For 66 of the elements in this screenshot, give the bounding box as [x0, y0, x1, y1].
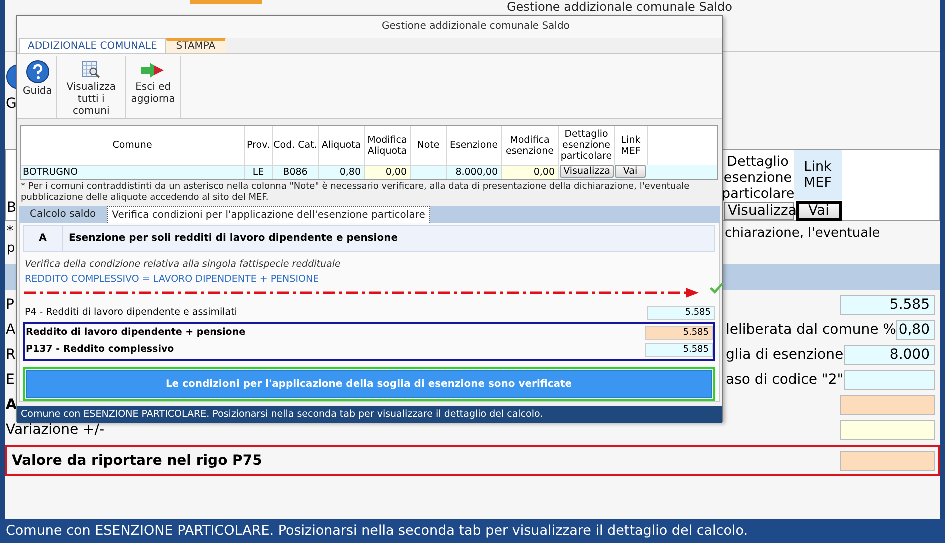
table-cell: LE: [245, 165, 273, 179]
field-label: Reddito di lavoro dipendente + pensione: [26, 327, 246, 338]
table-cell[interactable]: 0,00: [502, 165, 559, 179]
field-label: Variazione +/-: [6, 422, 105, 438]
column-header: Dettaglio esenzione particolare: [722, 153, 794, 200]
field-label: A: [6, 322, 16, 338]
ribbon-tab[interactable]: STAMPA: [166, 38, 226, 53]
toolbar-label: G: [6, 96, 17, 112]
note-text: *: [7, 223, 14, 240]
value-field[interactable]: 5.585: [840, 294, 935, 314]
value-field[interactable]: [840, 394, 935, 414]
table-cell: B086: [273, 165, 319, 179]
value-field: 5.585: [645, 326, 713, 340]
dialog-title: Gestione addizionale comunale Saldo: [382, 21, 570, 32]
value-field[interactable]: [840, 420, 935, 440]
column-header: Aliquota: [319, 126, 365, 165]
column-header: Cod. Cat.: [273, 126, 319, 165]
table-button[interactable]: Visualizza: [560, 165, 614, 178]
field-label: leliberata dal comune %: [726, 322, 896, 338]
value-field[interactable]: [840, 450, 935, 470]
tab-indicator: [190, 0, 262, 4]
toolbar-button[interactable]: Visualizza tutti i comuni: [57, 56, 126, 118]
arrow-right-icon: [140, 60, 166, 80]
note-text: * Per i comuni contraddistinti da un asterisco nella colonna "Note" è necessario verificare, alla data di presentazione della dichiarazione, l'eventuale pubblicazione delle aliquote accedendo al sito del MEF.: [20, 180, 691, 204]
toolbar-button[interactable]: Guida: [19, 56, 58, 118]
banner-text: Le condizioni per l'applicazione della soglia di esenzione sono verificate: [166, 378, 572, 390]
section-title: Esenzione per soli redditi di lavoro dipendente e pensione: [68, 233, 398, 244]
value-field: 5.585: [647, 306, 715, 320]
field-label: Valore da riportare nel rigo P75: [12, 452, 262, 468]
column-header: Note: [411, 126, 447, 165]
table-button[interactable]: Vai: [615, 165, 646, 178]
field-label: R: [6, 346, 16, 362]
status-text: Comune con ESENZIONE PARTICOLARE. Posizionarsi nella seconda tab per visualizzare il dettaglio del calcolo.: [6, 523, 748, 539]
table-cell: B: [7, 200, 17, 216]
column-header: Comune: [21, 126, 245, 165]
window-title: Gestione addizionale comunale Saldo: [507, 0, 732, 15]
section-letter: A: [24, 226, 63, 251]
field-label: A: [6, 396, 17, 412]
value-field: 5.585: [645, 342, 713, 356]
field-label: P137 - Reddito complessivo: [26, 344, 174, 355]
field-label: E: [6, 372, 15, 388]
tab[interactable]: Calcolo saldo: [25, 206, 102, 223]
column-header: Link MEF: [794, 150, 842, 200]
field-label: aso di codice "2": [726, 372, 844, 388]
table-cell[interactable]: 0,00: [365, 165, 411, 179]
table-button[interactable]: Vai: [796, 201, 842, 221]
table-cell: [411, 165, 447, 179]
value-field[interactable]: 0,80: [896, 320, 935, 340]
ribbon-tab[interactable]: ADDIZIONALE COMUNALE: [19, 38, 166, 53]
toolbar-button[interactable]: Esci ed aggiorna: [126, 56, 182, 118]
column-header: Esenzione: [447, 126, 502, 165]
formula-text: REDDITO COMPLESSIVO = LAVORO DIPENDENTE + PENSIONE: [24, 274, 320, 286]
tab[interactable]: Verifica condizioni per l'applicazione dell'esenzione particolare: [107, 206, 430, 223]
table-button[interactable]: Visualizza: [724, 202, 794, 220]
hint-text: Verifica della condizione relativa alla singola fattispecie reddituale: [24, 259, 342, 270]
field-label: glia di esenzione: [726, 346, 844, 362]
value-field[interactable]: [844, 370, 935, 390]
field-label: P: [6, 296, 14, 312]
column-header: Prov.: [245, 126, 273, 165]
help-icon: [26, 60, 50, 84]
table-cell: BOTRUGNO: [21, 165, 245, 179]
status-text: Comune con ESENZIONE PARTICOLARE. Posizionarsi nella seconda tab per visualizzare il dettaglio del calcolo.: [21, 409, 544, 420]
note-text: chiarazione, l'eventuale: [725, 225, 880, 243]
value-field[interactable]: 8.000: [844, 344, 935, 364]
field-label: P4 - Redditi di lavoro dipendente e assimilati: [25, 307, 238, 318]
note-text: p: [7, 240, 16, 257]
